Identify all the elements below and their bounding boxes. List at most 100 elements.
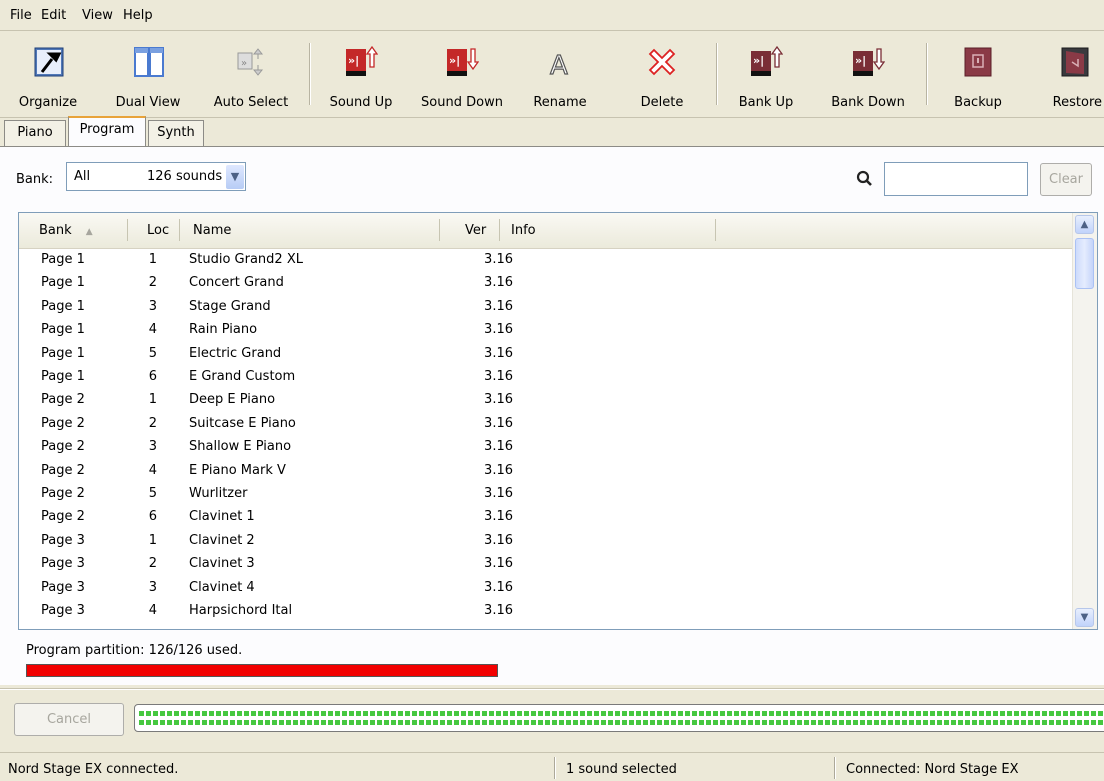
table-row[interactable]: Page 1 6 E Grand Custom 3.16 [19, 367, 1073, 390]
cell-name: Wurlitzer [189, 486, 248, 501]
column-ver[interactable]: Ver [465, 213, 486, 248]
cell-bank: Page 3 [41, 532, 85, 548]
menu-edit[interactable]: Edit [41, 8, 66, 23]
bank-down-icon: »| [853, 48, 885, 76]
tab-program[interactable]: Program [68, 116, 146, 147]
cell-name: Electric Grand [189, 345, 282, 361]
table-row[interactable]: Page 2 2 Suitcase E Piano 3.16 [19, 414, 1073, 437]
progress-dots-row [139, 711, 1104, 716]
column-divider[interactable] [127, 219, 128, 241]
dual-view-button[interactable]: Dual View [108, 39, 188, 115]
bank-select[interactable]: All 126 sounds ▼ [66, 162, 246, 191]
cell-ver: 3.16 [484, 252, 513, 267]
restore-button[interactable]: Restore [1040, 39, 1104, 115]
cell-bank: Page 1 [41, 369, 85, 384]
column-divider[interactable] [439, 219, 440, 241]
cell-bank: Page 1 [41, 252, 85, 267]
backup-button[interactable]: Backup [940, 39, 1016, 115]
cell-loc: 4 [148, 603, 157, 618]
bank-sound-count: 126 sounds [147, 169, 223, 184]
column-name[interactable]: Name [193, 213, 231, 248]
bank-up-button[interactable]: »| Bank Up [728, 39, 804, 115]
table-row[interactable]: Page 3 1 Clavinet 2 3.16 [19, 531, 1073, 554]
auto-select-button[interactable]: » Auto Select [206, 39, 296, 115]
cell-bank: Page 2 [41, 415, 85, 431]
chevron-down-icon[interactable]: ▼ [226, 165, 244, 189]
column-divider[interactable] [715, 219, 716, 241]
status-device: Connected: Nord Stage EX [846, 762, 1019, 777]
table-row[interactable]: Page 3 2 Clavinet 3 3.16 [19, 554, 1073, 577]
scroll-up-icon[interactable]: ▲ [1075, 215, 1094, 234]
scroll-thumb[interactable] [1075, 238, 1094, 289]
vertical-scrollbar[interactable]: ▲ ▼ [1072, 213, 1097, 629]
table-row[interactable]: Page 1 4 Rain Piano 3.16 [19, 320, 1073, 343]
cell-loc: 5 [148, 345, 157, 361]
tab-synth[interactable]: Synth [148, 120, 204, 146]
cell-name: Clavinet 2 [189, 532, 255, 548]
organize-button[interactable]: Organize [8, 39, 88, 115]
table-row[interactable]: Page 1 2 Concert Grand 3.16 [19, 273, 1073, 296]
table-row[interactable]: Page 2 6 Clavinet 1 3.16 [19, 507, 1073, 530]
cell-loc: 4 [148, 462, 157, 478]
table-row[interactable]: Page 2 3 Shallow E Piano 3.16 [19, 437, 1073, 460]
svg-text:»: » [241, 58, 247, 69]
bank-down-button[interactable]: »| Bank Down [822, 39, 914, 115]
column-bank[interactable]: Bank ▲ [39, 213, 93, 248]
table-row[interactable]: Page 3 3 Clavinet 4 3.16 [19, 578, 1073, 601]
search-input[interactable] [884, 162, 1028, 196]
column-divider[interactable] [179, 219, 180, 241]
table-row[interactable]: Page 2 4 E Piano Mark V 3.16 [19, 461, 1073, 484]
status-divider [834, 757, 836, 779]
partition-text: Program partition: 126/126 used. [26, 643, 243, 658]
delete-button[interactable]: Delete [624, 39, 700, 115]
organize-label: Organize [18, 95, 78, 110]
svg-text:»|: »| [855, 54, 866, 67]
status-connection: Nord Stage EX connected. [8, 762, 179, 777]
cell-bank: Page 2 [41, 462, 85, 478]
menu-file[interactable]: File [10, 8, 32, 23]
cell-loc: 1 [148, 532, 157, 548]
cell-name: Rain Piano [189, 322, 258, 338]
svg-text:A: A [550, 51, 568, 79]
column-loc[interactable]: Loc [147, 213, 169, 248]
tab-piano[interactable]: Piano [4, 120, 66, 146]
backup-label: Backup [954, 95, 1002, 110]
bank-up-icon: »| [751, 45, 783, 76]
cancel-button[interactable]: Cancel [14, 703, 124, 736]
cell-ver: 3.16 [484, 298, 513, 314]
clear-button[interactable]: Clear [1040, 163, 1092, 196]
rename-button[interactable]: A Rename [522, 39, 598, 115]
bank-down-label: Bank Down [831, 95, 905, 110]
sound-up-button[interactable]: »| Sound Up [322, 39, 400, 115]
bank-up-label: Bank Up [738, 95, 794, 110]
scroll-down-icon[interactable]: ▼ [1075, 608, 1094, 627]
menu-view[interactable]: View [82, 8, 113, 23]
table-row[interactable]: Page 3 4 Harpsichord Ital 3.16 [19, 601, 1073, 624]
cell-loc: 6 [148, 509, 157, 525]
column-divider[interactable] [499, 219, 500, 241]
sort-ascending-icon: ▲ [85, 227, 93, 237]
table-row[interactable]: Page 2 1 Deep E Piano 3.16 [19, 390, 1073, 413]
sound-down-button[interactable]: »| Sound Down [414, 39, 510, 115]
sound-up-icon: »| [346, 45, 378, 76]
cell-ver: 3.16 [484, 579, 513, 595]
cell-name: Harpsichord Ital [189, 603, 293, 618]
cell-name: E Piano Mark V [189, 462, 286, 478]
table-row[interactable]: Page 1 5 Electric Grand 3.16 [19, 344, 1073, 367]
table-row[interactable]: Page 2 5 Wurlitzer 3.16 [19, 484, 1073, 507]
cell-bank: Page 1 [41, 345, 85, 361]
cell-ver: 3.16 [484, 532, 513, 548]
table-row[interactable]: Page 1 1 Studio Grand2 XL 3.16 [19, 250, 1073, 273]
backup-icon [964, 47, 992, 77]
menu-help[interactable]: Help [123, 8, 153, 23]
menu-bar: File Edit View Help [0, 0, 1104, 28]
table-row[interactable]: Page 1 3 Stage Grand 3.16 [19, 297, 1073, 320]
cell-bank: Page 3 [41, 579, 85, 595]
progress-dots-row [139, 720, 1104, 725]
status-bar: Nord Stage EX connected. 1 sound selecte… [0, 752, 1104, 781]
cell-ver: 3.16 [484, 556, 513, 572]
column-info[interactable]: Info [511, 213, 536, 248]
cell-ver: 3.16 [484, 369, 513, 384]
restore-label: Restore [1052, 95, 1102, 110]
toolbar-separator [716, 43, 718, 105]
